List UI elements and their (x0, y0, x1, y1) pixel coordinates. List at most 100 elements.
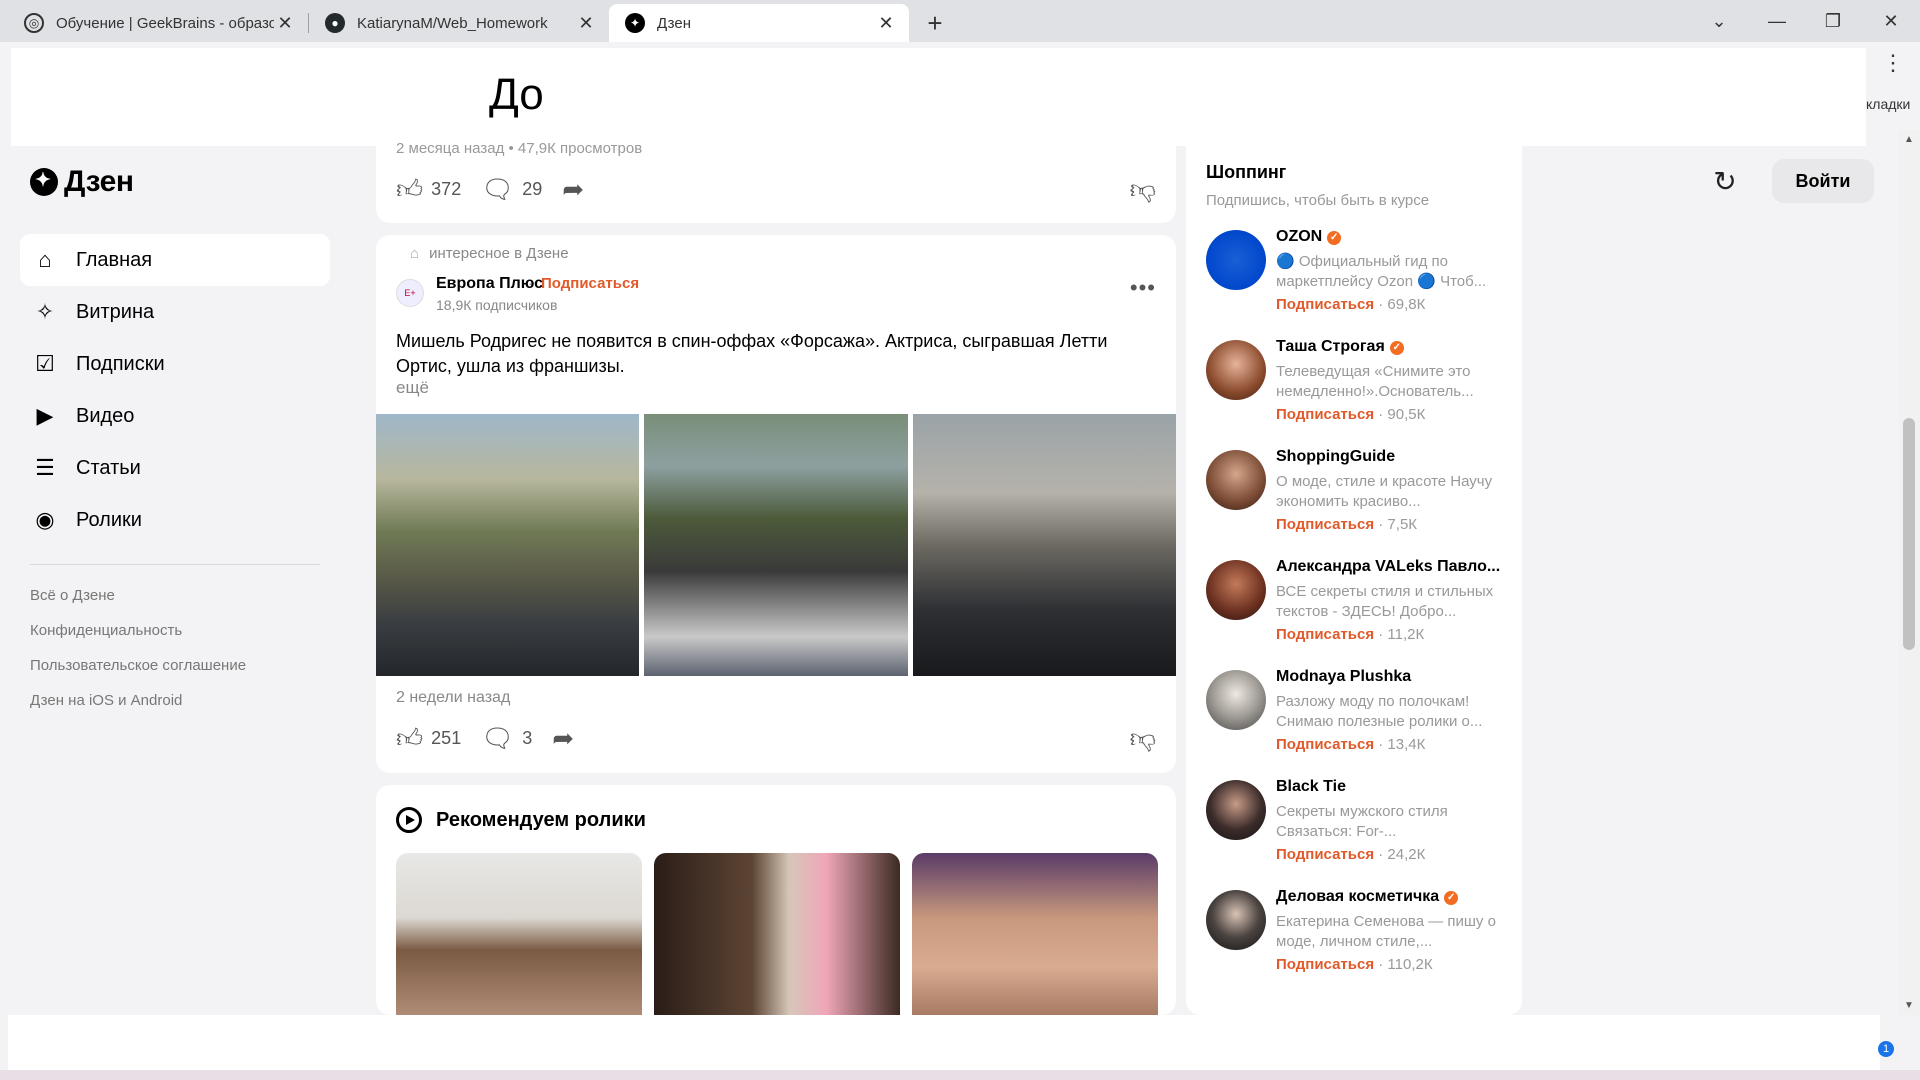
clips-icon: ◉ (35, 507, 55, 532)
avatar (1206, 670, 1266, 730)
channel-item[interactable]: OZON ✓ 🔵 Официальный гид по маркетплейсу … (1206, 228, 1506, 330)
footer-link-apps[interactable]: Дзен на iOS и Android (30, 689, 246, 724)
post-photo[interactable] (912, 414, 1176, 676)
tab-search-icon[interactable]: ⌄ (1694, 0, 1744, 42)
nav-item-articles[interactable]: ☰ Статьи (20, 442, 330, 494)
tab-title: Дзен (657, 14, 691, 32)
dzen-logo[interactable]: Дзен (30, 165, 134, 199)
post-meta: 2 месяца назад • 47,9К просмотров (396, 140, 643, 157)
bookmarks-label[interactable]: кладки (1866, 96, 1910, 112)
more-options-icon[interactable]: ••• (1130, 275, 1156, 301)
nav-item-subscriptions[interactable]: ☑ Подписки (20, 338, 330, 390)
taskbar-strip (0, 1070, 1920, 1080)
nav-item-label: Видео (76, 404, 135, 427)
subscribe-link[interactable]: Подписаться (1276, 516, 1374, 533)
channel-item[interactable]: Black Tie Секреты мужского стиля Связать… (1206, 778, 1506, 880)
articles-icon: ☰ (35, 455, 55, 480)
nav-item-clips[interactable]: ◉ Ролики (20, 494, 330, 546)
subscriber-count: · 69,8К (1378, 296, 1426, 313)
browser-menu-icon[interactable]: ⋮ (1882, 52, 1904, 74)
channel-item[interactable]: Modnaya Plushka Разложу моду по полочкам… (1206, 668, 1506, 770)
restore-icon[interactable]: ❐ (1808, 0, 1858, 42)
tab-title: Обучение | GeekBrains - образо (56, 14, 274, 32)
close-tab-icon[interactable]: ✕ (575, 12, 597, 34)
refresh-feed-icon[interactable]: ↻ (1708, 164, 1742, 198)
clip-thumbnail[interactable] (396, 853, 642, 1015)
subscriber-count: · 90,5К (1378, 406, 1426, 423)
feed-card: интересное в Дзене E+ Европа Плюс · Подп… (376, 235, 1176, 773)
like-icon[interactable]: 👍︎ (396, 723, 423, 754)
minimize-icon[interactable]: — (1752, 0, 1802, 42)
subscribe-link[interactable]: Подписаться (541, 275, 639, 292)
new-tab-button[interactable]: + (915, 4, 955, 42)
nav-item-showcase[interactable]: ✧ Витрина (20, 286, 330, 338)
channel-item[interactable]: Деловая косметичка ✓ Екатерина Семенова —… (1206, 888, 1506, 990)
subscribe-link[interactable]: Подписаться (1276, 296, 1374, 313)
scrollbar-thumb[interactable] (1903, 418, 1915, 650)
comment-icon[interactable]: 🗨︎ (481, 174, 514, 205)
channel-name: Александра VALeks Павло... (1276, 558, 1501, 575)
close-tab-icon[interactable]: ✕ (875, 12, 897, 34)
tab-github[interactable]: ● KatiarynaM/Web_Homework ✕ (309, 4, 609, 42)
footer-link-privacy[interactable]: Конфиденциальность (30, 619, 246, 654)
channel-item[interactable]: Таша Строгая ✓ Телеведущая «Снимите это н… (1206, 338, 1506, 440)
overlay-text: До (489, 70, 544, 119)
subscriber-count: · 11,2К (1378, 626, 1425, 643)
close-tab-icon[interactable]: ✕ (274, 12, 296, 34)
page-scrollbar[interactable]: ▲ ▼ (1898, 130, 1920, 1015)
avatar (1206, 890, 1266, 950)
notification-badge[interactable]: 1 (1878, 1041, 1894, 1057)
github-icon: ● (325, 13, 345, 33)
subscribe-link[interactable]: Подписаться (1276, 626, 1374, 643)
recommended-clips-title: Рекомендуем ролики (436, 808, 646, 831)
channel-footer: Подписаться · 13,4К (1276, 736, 1425, 753)
scroll-down-icon[interactable]: ▼ (1904, 1000, 1914, 1011)
channel-name: Деловая косметичка ✓ (1276, 888, 1506, 906)
channel-footer: Подписаться · 11,2К (1276, 626, 1424, 643)
share-icon[interactable]: ➦ (562, 174, 584, 205)
subscribe-link[interactable]: Подписаться (1276, 406, 1374, 423)
nav-item-label: Статьи (76, 456, 141, 479)
nav-item-home[interactable]: ⌂ Главная (20, 234, 330, 286)
post-photo[interactable] (376, 414, 640, 676)
dislike-icon[interactable]: 👎︎ (1130, 723, 1156, 754)
comment-count: 3 (522, 728, 533, 748)
channel-item[interactable]: ShoppingGuide О моде, стиле и красоте На… (1206, 448, 1506, 550)
footer-links: Всё о Дзене Конфиденциальность Пользоват… (30, 584, 246, 724)
avatar (1206, 230, 1266, 290)
channel-item[interactable]: Александра VALeks Павло... ВСЕ секреты с… (1206, 558, 1506, 660)
scroll-up-icon[interactable]: ▲ (1904, 134, 1914, 145)
tab-dzen[interactable]: ✦ Дзен ✕ (609, 4, 909, 42)
channel-name: ShoppingGuide (1276, 448, 1396, 465)
feed-card: 2 месяца назад • 47,9К просмотров 👍︎ 372… (376, 140, 1176, 223)
dislike-icon[interactable]: 👎︎ (1130, 174, 1156, 205)
recommended-clips-header: Рекомендуем ролики (396, 807, 646, 833)
source-avatar[interactable]: E+ (396, 279, 424, 307)
clip-thumbnail[interactable] (912, 853, 1158, 1015)
nav-item-video[interactable]: ▶ Видео (20, 390, 330, 442)
post-text[interactable]: Мишель Родригес не появится в спин-оффах… (396, 329, 1156, 379)
tab-title: KatiarynaM/Web_Homework (357, 14, 548, 32)
subscribe-link[interactable]: Подписаться (1276, 846, 1374, 863)
verified-icon: ✓ (1327, 231, 1342, 245)
login-button[interactable]: Войти (1772, 159, 1874, 203)
clips-icon (396, 807, 422, 833)
clip-thumbnail[interactable] (654, 853, 900, 1015)
like-icon[interactable]: 👍︎ (396, 174, 423, 205)
post-photo[interactable] (644, 414, 908, 676)
footer-link-terms[interactable]: Пользовательское соглашение (30, 654, 246, 689)
channel-footer: Подписаться · 69,8К (1276, 296, 1425, 313)
footer-link-about[interactable]: Всё о Дзене (30, 584, 246, 619)
like-count: 251 (431, 728, 462, 748)
sidebar-title: Шоппинг (1206, 162, 1287, 182)
subscribe-link[interactable]: Подписаться (1276, 736, 1374, 753)
subscriber-count: · 110,2К (1378, 956, 1433, 973)
subscribe-link[interactable]: Подписаться (1276, 956, 1374, 973)
comment-icon[interactable]: 🗨︎ (481, 723, 514, 754)
subscriber-count: · 24,2К (1378, 846, 1426, 863)
share-icon[interactable]: ➦ (552, 723, 574, 754)
tab-geekbrains[interactable]: ◎ Обучение | GeekBrains - образо ✕ (8, 4, 308, 42)
close-window-icon[interactable]: ✕ (1866, 0, 1916, 42)
channel-description: Разложу моду по полочкам! Снимаю полезны… (1276, 693, 1483, 730)
read-more-link[interactable]: ещё (396, 378, 429, 398)
